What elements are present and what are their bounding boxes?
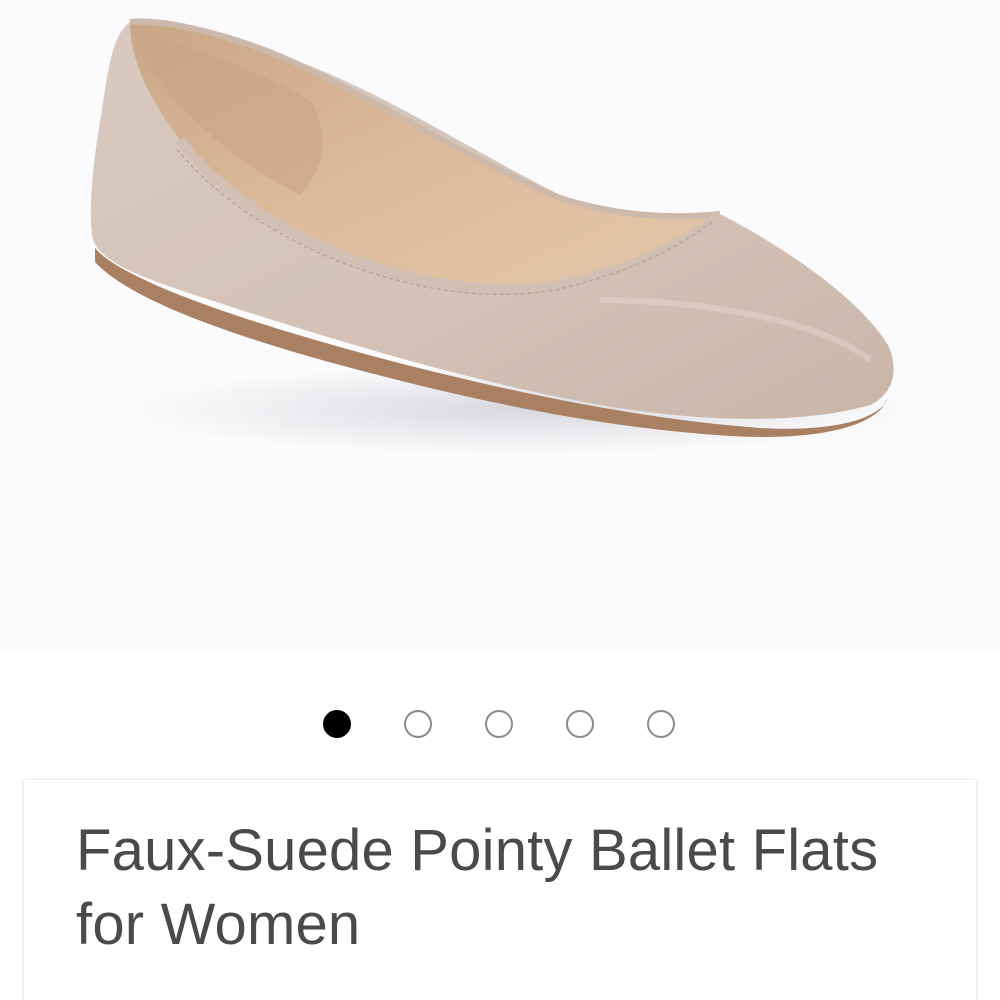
carousel-dot-4[interactable]: [566, 710, 594, 738]
carousel-dot-3[interactable]: [485, 710, 513, 738]
carousel-dot-5[interactable]: [647, 710, 675, 738]
product-page: Faux-Suede Pointy Ballet Flats for Women: [0, 0, 1000, 1000]
ballet-flat-shoe-image: [90, 18, 920, 455]
product-title: Faux-Suede Pointy Ballet Flats for Women: [76, 818, 879, 957]
carousel-dot-1[interactable]: [323, 710, 351, 738]
carousel-dot-2[interactable]: [404, 710, 432, 738]
product-image-area[interactable]: [0, 0, 1000, 650]
product-details-card: Faux-Suede Pointy Ballet Flats for Women: [24, 780, 976, 1000]
image-carousel-indicator: [0, 708, 1000, 744]
